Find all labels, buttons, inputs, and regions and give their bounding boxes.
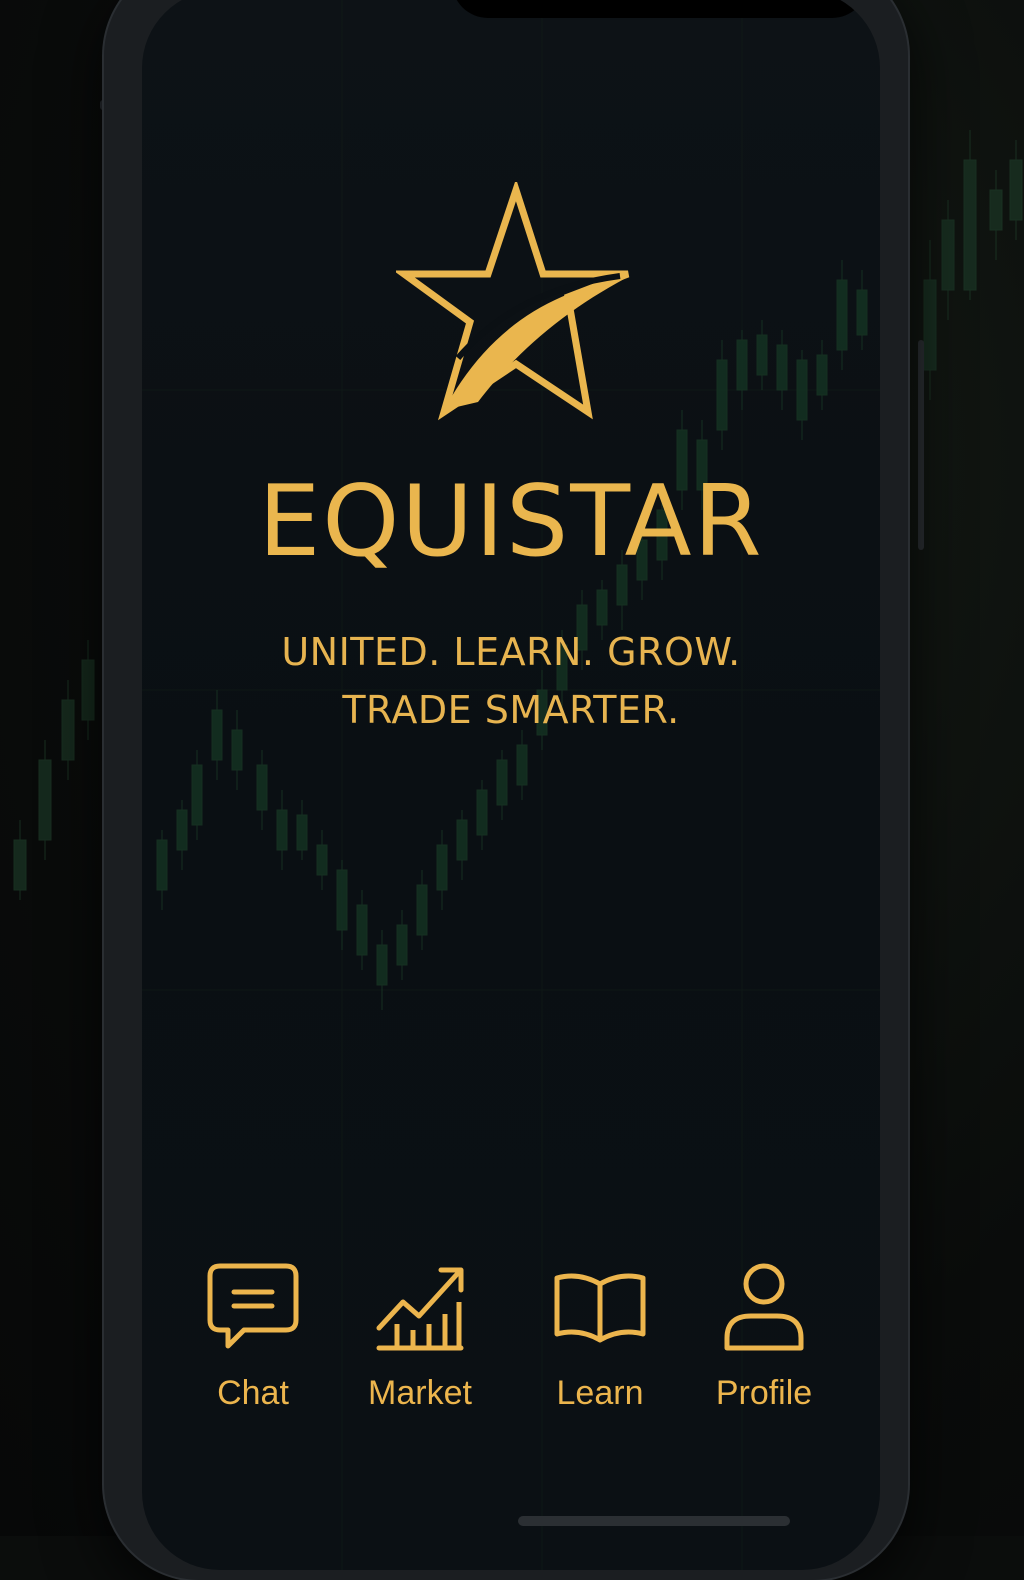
tagline-line-1: UNITED. LEARN. GROW. [281, 630, 741, 674]
nav-item-market[interactable]: Market [345, 1258, 495, 1428]
nav-label-learn: Learn [556, 1374, 644, 1412]
nav-item-learn[interactable]: Learn [525, 1258, 675, 1428]
nav-item-profile[interactable]: Profile [689, 1258, 839, 1428]
nav-label-profile: Profile [715, 1374, 813, 1412]
chat-bubble-icon [207, 1263, 299, 1349]
phone-volume-button [918, 340, 924, 550]
nav-item-chat[interactable]: Chat [178, 1258, 328, 1428]
market-chart-icon [376, 1267, 464, 1351]
tagline-line-2: TRADE SMARTER. [342, 688, 680, 732]
nav-label-chat: Chat [217, 1374, 289, 1412]
app-title: EQUISTAR [258, 465, 764, 579]
phone-notch [452, 0, 868, 18]
open-book-icon [554, 1273, 646, 1343]
equistar-star-logo [396, 182, 630, 421]
user-profile-icon [724, 1263, 804, 1351]
home-indicator[interactable] [518, 1516, 790, 1526]
nav-label-market: Market [368, 1374, 472, 1412]
